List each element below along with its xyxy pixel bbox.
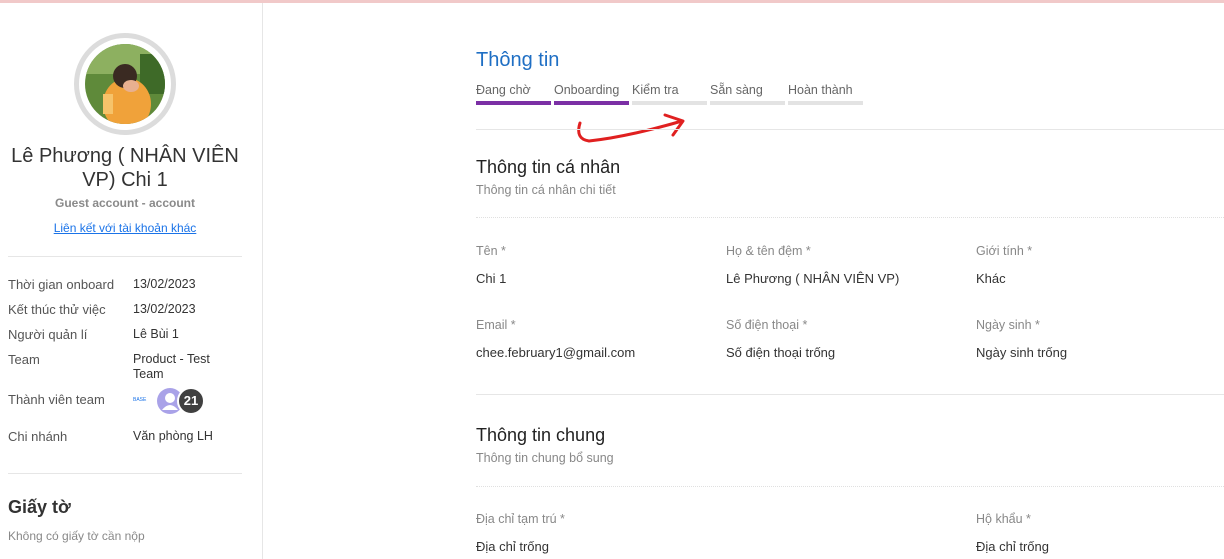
divider	[476, 217, 1224, 218]
step-label: Onboarding	[554, 83, 620, 97]
detail-label: Kết thúc thử việc	[8, 302, 106, 317]
email-value[interactable]: chee.february1@gmail.com	[476, 345, 635, 360]
avatar[interactable]	[85, 44, 165, 124]
step-completed[interactable]: Hoàn thành	[788, 83, 863, 105]
step-progress-bar	[788, 101, 863, 105]
phone-label: Số điện thoại *	[726, 318, 808, 332]
team-members-group[interactable]: BASE 21	[133, 387, 233, 415]
step-label: Kiểm tra	[632, 83, 679, 97]
step-ready[interactable]: Sẵn sàng	[710, 83, 785, 105]
detail-value: 13/02/2023	[133, 302, 196, 316]
gender-value[interactable]: Khác	[976, 271, 1006, 286]
email-label: Email *	[476, 318, 516, 332]
general-info-subtitle: Thông tin chung bổ sung	[476, 451, 614, 465]
company-logo-icon: BASE	[133, 397, 147, 403]
page-title: Thông tin	[476, 49, 560, 71]
detail-label: Team	[8, 352, 40, 367]
step-label: Sẵn sàng	[710, 83, 763, 97]
divider	[8, 256, 242, 257]
step-label: Hoàn thành	[788, 83, 853, 97]
step-label: Đang chờ	[476, 83, 531, 97]
link-other-account[interactable]: Liên kết với tài khoản khác	[8, 221, 242, 235]
general-info-title: Thông tin chung	[476, 425, 606, 445]
divider	[476, 394, 1224, 395]
annotation-arrow-icon	[577, 113, 685, 143]
birthday-label: Ngày sinh *	[976, 318, 1040, 332]
main-content: Thông tin Đang chờ Onboarding Kiểm tra S…	[264, 3, 1224, 559]
personal-info-title: Thông tin cá nhân	[476, 157, 621, 177]
household-label: Hộ khẩu *	[976, 512, 1031, 526]
divider	[8, 473, 242, 474]
profile-sidebar: Lê Phương ( NHÂN VIÊN VP) Chi 1 Guest ac…	[0, 3, 263, 559]
phone-value[interactable]: Số điện thoại trống	[726, 345, 835, 360]
profile-name: Lê Phương ( NHÂN VIÊN VP) Chi 1	[11, 145, 239, 191]
account-type: Guest account - account	[54, 196, 196, 210]
detail-label: Chi nhánh	[8, 429, 68, 444]
first-name-label: Tên *	[476, 244, 506, 258]
documents-empty-text: Không có giấy tờ cần nộp	[8, 529, 145, 543]
avatar-frame	[74, 33, 176, 135]
step-progress-bar	[554, 101, 629, 105]
detail-value: Lê Bùi 1	[133, 327, 179, 341]
detail-label: Thời gian onboard	[8, 277, 115, 292]
first-name-value[interactable]: Chi 1	[476, 271, 506, 286]
step-progress-bar	[476, 101, 551, 105]
detail-value: Product - Test Team	[133, 352, 210, 381]
gender-label: Giới tính *	[976, 244, 1033, 258]
detail-value: 13/02/2023	[133, 277, 196, 291]
member-count-badge: 21	[177, 387, 205, 415]
step-progress-bar	[632, 101, 707, 105]
last-name-value[interactable]: Lê Phương ( NHÂN VIÊN VP)	[726, 271, 899, 286]
detail-label: Thành viên team	[8, 392, 105, 407]
documents-title: Giấy tờ	[8, 497, 71, 517]
divider	[476, 129, 1224, 130]
temporary-address-value[interactable]: Địa chỉ trống	[476, 539, 549, 554]
temporary-address-label: Địa chỉ tạm trú *	[476, 512, 565, 526]
birthday-value[interactable]: Ngày sinh trống	[976, 345, 1067, 360]
step-progress-bar	[710, 101, 785, 105]
last-name-label: Họ & tên đệm *	[726, 244, 811, 258]
step-review[interactable]: Kiểm tra	[632, 83, 707, 105]
household-value[interactable]: Địa chỉ trống	[976, 539, 1049, 554]
step-pending[interactable]: Đang chờ	[476, 83, 551, 105]
divider	[476, 486, 1224, 487]
detail-value: Văn phòng LH	[133, 429, 213, 443]
personal-info-subtitle: Thông tin cá nhân chi tiết	[476, 183, 616, 197]
detail-label: Người quản lí	[8, 327, 88, 342]
step-onboarding[interactable]: Onboarding	[554, 83, 629, 105]
